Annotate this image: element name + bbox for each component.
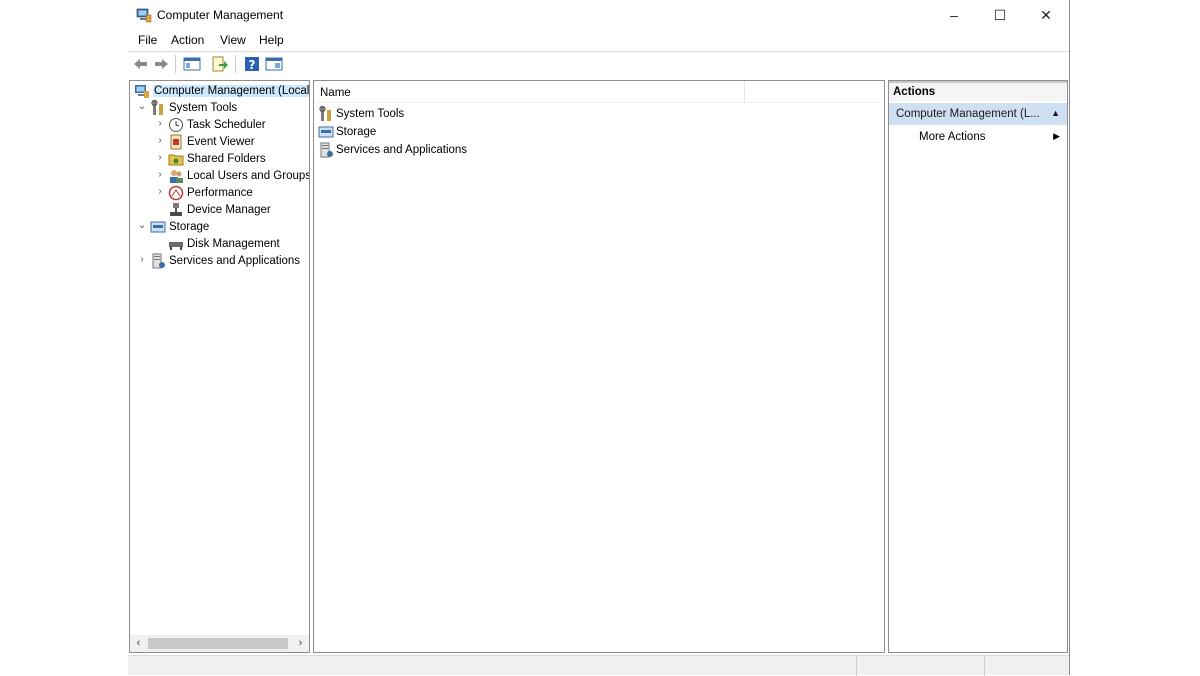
menu-bar: File Action View Help: [128, 30, 1069, 50]
storage-icon: [318, 126, 334, 138]
chevron-right-icon[interactable]: ›: [154, 152, 166, 163]
window-title: Computer Management: [157, 8, 284, 22]
column-divider[interactable]: [744, 81, 745, 103]
close-button[interactable]: ✕: [1023, 2, 1069, 28]
chevron-right-icon[interactable]: ›: [136, 254, 148, 265]
storage-icon: [150, 221, 166, 233]
shared-folders-icon: [168, 154, 184, 166]
computer-management-icon: [135, 85, 149, 98]
actions-header: Actions: [889, 81, 1067, 101]
performance-icon: [168, 185, 184, 201]
horizontal-scrollbar[interactable]: ‹ ›: [130, 635, 309, 652]
list-header: Name: [314, 81, 884, 103]
services-icon: [152, 253, 165, 269]
users-icon: [170, 170, 183, 183]
show-hide-action-pane-icon[interactable]: [265, 55, 283, 73]
tree-item-event-viewer[interactable]: › Event Viewer: [154, 134, 309, 151]
collapse-up-icon[interactable]: ▲: [1051, 108, 1060, 118]
menu-help[interactable]: Help: [259, 33, 284, 47]
tree-item-label: Performance: [187, 187, 253, 199]
scroll-right-button[interactable]: ›: [292, 635, 309, 652]
list-item-label: Storage: [336, 126, 377, 138]
tree-item-label: Device Manager: [187, 204, 271, 216]
chevron-down-icon[interactable]: ⌄: [136, 220, 148, 231]
tree-item-label: Disk Management: [187, 238, 280, 250]
system-tools-icon: [319, 106, 331, 121]
computer-management-icon: [136, 8, 152, 23]
list-item-system-tools[interactable]: System Tools: [318, 106, 518, 123]
show-hide-console-tree-icon[interactable]: [183, 55, 201, 73]
tree-item-label: Event Viewer: [187, 136, 255, 148]
chevron-right-icon[interactable]: ›: [154, 118, 166, 129]
toolbar: ?: [128, 51, 1069, 75]
chevron-right-icon[interactable]: ›: [154, 186, 166, 197]
menu-file[interactable]: File: [138, 33, 157, 47]
status-bar: [128, 655, 1069, 676]
scroll-left-button[interactable]: ‹: [130, 635, 147, 652]
scrollbar-thumb[interactable]: [148, 638, 288, 649]
tree-item-label: Storage: [169, 221, 210, 233]
chevron-right-icon[interactable]: ›: [154, 169, 166, 180]
tree-item-label: Local Users and Groups: [187, 170, 310, 182]
submenu-arrow-icon: ▶: [1053, 131, 1060, 141]
disk-icon: [169, 242, 183, 250]
console-tree[interactable]: Computer Management (Local ⌄ System Tool…: [129, 80, 310, 653]
more-actions-item[interactable]: More Actions ▶: [889, 129, 1067, 147]
tree-item-shared-folders[interactable]: › Shared Folders: [154, 151, 309, 168]
svg-text:?: ?: [249, 58, 256, 72]
column-header-name[interactable]: Name: [320, 87, 351, 99]
title-bar[interactable]: Computer Management – ☐ ✕: [128, 0, 1069, 30]
toolbar-separator: [235, 55, 236, 73]
device-manager-icon: [170, 203, 182, 216]
actions-section-label: Computer Management (L...: [896, 108, 1040, 120]
chevron-right-icon[interactable]: ›: [154, 135, 166, 146]
event-viewer-icon: [170, 134, 182, 150]
menu-view[interactable]: View: [220, 33, 246, 47]
actions-section-computer-management[interactable]: Computer Management (L... ▲: [889, 103, 1067, 125]
services-icon: [320, 142, 333, 158]
help-icon[interactable]: ?: [243, 55, 261, 73]
list-item-services-and-applications[interactable]: Services and Applications: [318, 142, 518, 159]
maximize-button[interactable]: ☐: [977, 2, 1023, 28]
system-tools-icon: [151, 100, 163, 115]
list-item-storage[interactable]: Storage: [318, 124, 518, 141]
tree-item-services-and-applications[interactable]: › Services and Applications: [136, 253, 309, 270]
tree-item-label: Services and Applications: [169, 255, 301, 267]
chevron-down-icon[interactable]: ⌄: [136, 101, 148, 112]
tree-item-disk-management[interactable]: Disk Management: [154, 236, 309, 253]
list-item-label: System Tools: [336, 108, 405, 120]
tree-item-storage[interactable]: ⌄ Storage: [136, 219, 309, 236]
clock-icon: [169, 118, 183, 132]
tree-item-local-users-and-groups[interactable]: › Local Users and Groups: [154, 168, 310, 185]
tree-item-performance[interactable]: › Performance: [154, 185, 309, 202]
tree-item-label: Shared Folders: [187, 153, 266, 165]
status-divider: [984, 656, 985, 676]
tree-item-label: Task Scheduler: [187, 119, 266, 131]
tree-item-device-manager[interactable]: Device Manager: [154, 202, 309, 219]
more-actions-label: More Actions: [919, 131, 986, 143]
forward-icon[interactable]: [152, 55, 170, 73]
export-list-icon[interactable]: [211, 55, 229, 73]
tree-item-label: System Tools: [169, 102, 238, 114]
results-pane[interactable]: Name System Tools Storage Services and A…: [313, 80, 885, 653]
list-item-label: Services and Applications: [336, 144, 468, 156]
tree-item-label: Computer Management (Local: [153, 85, 310, 97]
tree-item-task-scheduler[interactable]: › Task Scheduler: [154, 117, 309, 134]
actions-pane: Actions Computer Management (L... ▲ More…: [888, 80, 1068, 653]
computer-management-window: Computer Management – ☐ ✕ File Action Vi…: [128, 0, 1070, 676]
toolbar-separator: [175, 55, 176, 73]
back-icon[interactable]: [132, 55, 150, 73]
tree-item-computer-management[interactable]: Computer Management (Local: [130, 83, 310, 100]
menu-action[interactable]: Action: [171, 33, 204, 47]
tree-item-system-tools[interactable]: ⌄ System Tools: [136, 100, 309, 117]
minimize-button[interactable]: –: [931, 2, 977, 28]
status-divider: [856, 656, 857, 676]
